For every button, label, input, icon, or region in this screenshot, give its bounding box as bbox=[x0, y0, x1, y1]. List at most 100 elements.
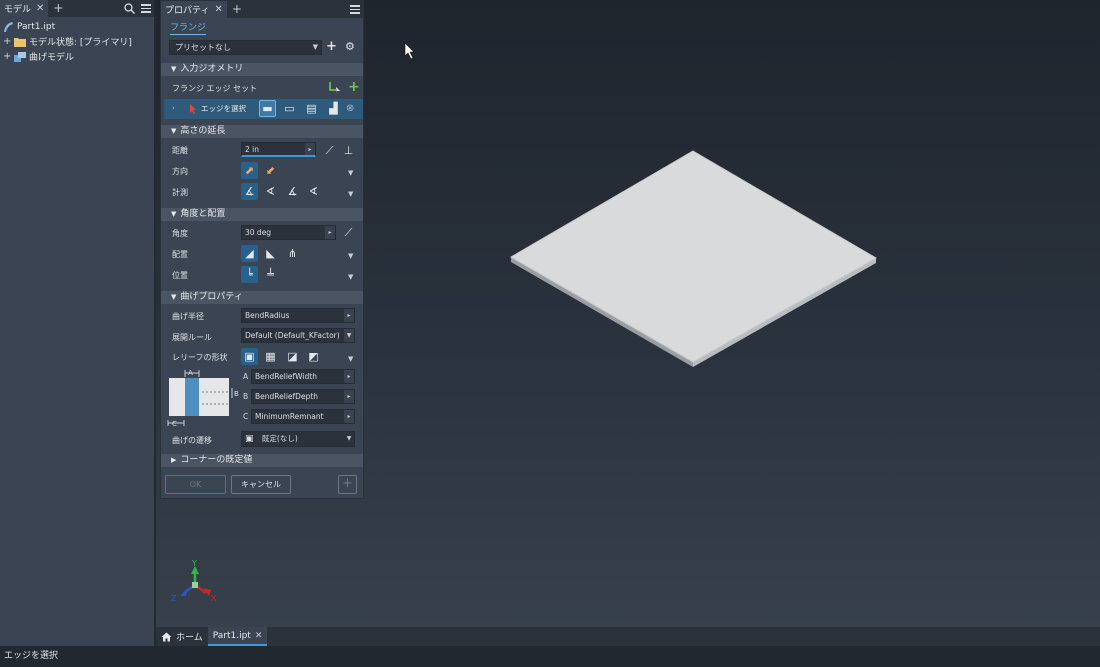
tree-item-part[interactable]: Part1.ipt bbox=[0, 19, 154, 34]
placement-label: 配置 bbox=[172, 250, 188, 259]
relief-shape-round-icon[interactable]: ▣ bbox=[241, 348, 258, 365]
relief-shape-tear-icon[interactable]: ◪ bbox=[284, 348, 301, 365]
edge-mode-offset-icon[interactable]: ▤ bbox=[303, 100, 320, 117]
distance-label: 距離 bbox=[172, 146, 188, 155]
home-icon bbox=[161, 632, 172, 641]
position-adjacent-icon[interactable]: ╘ bbox=[241, 266, 258, 283]
clear-selection-icon[interactable]: ⊗ bbox=[346, 103, 354, 114]
section-angle-placement[interactable]: ▼ 角度と配置 bbox=[161, 208, 363, 221]
measure-outer-icon[interactable]: ∢ bbox=[262, 183, 279, 200]
add-tab-icon[interactable]: + bbox=[48, 0, 68, 17]
expand-icon[interactable]: + bbox=[3, 51, 11, 62]
edge-mode-corner-icon[interactable]: ▟ bbox=[325, 100, 342, 117]
ok-button[interactable]: OK bbox=[165, 475, 226, 494]
angle-input[interactable]: 30 deg ▸ bbox=[241, 225, 336, 240]
chevron-down-icon[interactable]: ▼ bbox=[348, 169, 353, 177]
tree-item-label: Part1.ipt bbox=[17, 21, 56, 32]
chevron-down-icon[interactable]: ▼ bbox=[348, 273, 353, 281]
add-edge-set-icon[interactable]: + bbox=[348, 79, 360, 95]
axis-y-label: Y bbox=[191, 559, 197, 568]
height-perpendicular-icon[interactable]: ⊥ bbox=[340, 142, 357, 159]
relief-width-input[interactable]: BendReliefWidth ▸ bbox=[251, 369, 355, 384]
chevron-right-icon[interactable]: ▸ bbox=[325, 226, 335, 239]
minimum-remnant-input[interactable]: MinimumRemnant ▸ bbox=[251, 409, 355, 424]
placement-outside-icon[interactable]: ◣ bbox=[262, 245, 279, 262]
direction-side1-icon[interactable]: ⬈ bbox=[241, 162, 258, 179]
tree-item-model-state[interactable]: + モデル状態: [プライマリ] bbox=[0, 34, 154, 49]
collapse-arrow-icon: ▼ bbox=[171, 210, 177, 218]
close-icon[interactable]: ✕ bbox=[36, 3, 44, 14]
chevron-down-icon[interactable]: ▼ bbox=[348, 190, 353, 198]
relief-shape-straight-icon[interactable]: ▦ bbox=[262, 348, 279, 365]
chevron-right-icon[interactable]: ▸ bbox=[344, 309, 354, 322]
close-icon[interactable]: ✕ bbox=[255, 631, 263, 641]
menu-icon[interactable] bbox=[350, 5, 360, 14]
section-bend-properties[interactable]: ▼ 曲げプロパティ bbox=[161, 291, 363, 304]
axis-x-label: X bbox=[211, 594, 217, 603]
relief-depth-input[interactable]: BendReliefDepth ▸ bbox=[251, 389, 355, 404]
model-browser: モデル ✕ + Part1.ipt + モデル状態: [プライマリ] + 曲げモ… bbox=[0, 0, 154, 646]
measure-aligned-icon[interactable]: ∢ bbox=[305, 183, 322, 200]
chevron-right-icon[interactable]: ▸ bbox=[344, 370, 354, 383]
add-preset-icon[interactable]: + bbox=[326, 39, 337, 54]
gear-icon[interactable]: ⚙ bbox=[345, 40, 355, 53]
placement-bend-icon[interactable]: ⋔ bbox=[284, 245, 301, 262]
tree-item-bend-model[interactable]: + 曲げモデル bbox=[0, 49, 154, 64]
tab-home[interactable]: ホーム bbox=[156, 627, 208, 646]
measure-inner-icon[interactable]: ∡ bbox=[241, 183, 258, 200]
placement-inside-icon[interactable]: ◢ bbox=[241, 245, 258, 262]
relief-shape-none-icon[interactable]: ◩ bbox=[305, 348, 322, 365]
mouse-cursor-icon bbox=[404, 42, 415, 60]
chevron-right-icon[interactable]: ▸ bbox=[344, 410, 354, 423]
cancel-button[interactable]: キャンセル bbox=[231, 475, 291, 494]
section-corner-defaults[interactable]: ▶ コーナーの既定値 bbox=[161, 454, 363, 467]
expand-arrow-icon[interactable]: › bbox=[172, 104, 175, 112]
tab-model[interactable]: モデル ✕ bbox=[0, 0, 49, 17]
edge-set-icon[interactable] bbox=[329, 81, 341, 93]
position-offset-icon[interactable]: ╧ bbox=[262, 266, 279, 283]
menu-icon[interactable] bbox=[141, 4, 151, 13]
measure-tangent-icon[interactable]: ∡ bbox=[284, 183, 301, 200]
height-datum-icon[interactable]: ⟋ bbox=[321, 142, 338, 159]
chevron-down-icon[interactable]: ▼ bbox=[348, 252, 353, 260]
axis-z-label: Z bbox=[171, 594, 177, 603]
chevron-down-icon[interactable]: ▼ bbox=[344, 329, 354, 342]
distance-input[interactable]: 2 in ▸ bbox=[241, 142, 316, 157]
preset-dropdown[interactable]: プリセットなし ▼ bbox=[169, 40, 322, 55]
collapse-arrow-icon: ▼ bbox=[171, 127, 177, 135]
property-panel: プロパティ ✕ + フランジ プリセットなし ▼ + ⚙ ▼ 入力ジオメトリ フラ… bbox=[160, 0, 364, 499]
direction-side2-icon[interactable]: ⬋ bbox=[262, 162, 279, 179]
tab-model-label: モデル bbox=[4, 5, 32, 15]
relief-depth-value: BendReliefDepth bbox=[255, 392, 319, 401]
add-tab-icon[interactable]: + bbox=[227, 1, 247, 18]
minimum-remnant-value: MinimumRemnant bbox=[255, 412, 324, 421]
bend-radius-input[interactable]: BendRadius ▸ bbox=[241, 308, 355, 323]
chevron-down-icon[interactable]: ▼ bbox=[344, 432, 354, 445]
edge-mode-full-icon[interactable]: ▬ bbox=[259, 100, 276, 117]
tab-part1[interactable]: Part1.ipt ✕ bbox=[207, 627, 268, 646]
bend-radius-label: 曲げ半径 bbox=[172, 312, 204, 321]
close-icon[interactable]: ✕ bbox=[214, 4, 222, 15]
search-icon[interactable] bbox=[124, 3, 135, 14]
section-input-geometry[interactable]: ▼ 入力ジオメトリ bbox=[161, 63, 363, 76]
apply-add-button[interactable]: + bbox=[338, 475, 357, 494]
chevron-right-icon[interactable]: ▸ bbox=[344, 390, 354, 403]
chevron-right-icon[interactable]: ▸ bbox=[305, 143, 315, 155]
tab-properties[interactable]: プロパティ ✕ bbox=[161, 1, 227, 18]
angle-reference-icon[interactable]: ⟋ bbox=[340, 224, 357, 241]
relief-a-label: A bbox=[243, 372, 249, 381]
edge-selection-row[interactable]: › エッジを選択 ▬ ▭ ▤ ▟ ⊗ bbox=[164, 99, 363, 119]
diagram-a-label: A bbox=[188, 369, 193, 377]
unfold-rule-dropdown[interactable]: Default (Default_KFactor) ▼ bbox=[241, 328, 355, 343]
axis-triad-icon: Y X Z bbox=[171, 559, 217, 603]
bend-transition-label: 曲げの遷移 bbox=[172, 436, 212, 445]
bend-transition-dropdown[interactable]: ▣ 既定(なし) ▼ bbox=[241, 431, 355, 447]
edge-mode-width-icon[interactable]: ▭ bbox=[281, 100, 298, 117]
section-height-extent[interactable]: ▼ 高さの延長 bbox=[161, 125, 363, 138]
section-title: コーナーの既定値 bbox=[180, 455, 253, 465]
preset-value: プリセットなし bbox=[175, 43, 231, 52]
expand-icon[interactable]: + bbox=[3, 36, 11, 47]
bend-radius-value: BendRadius bbox=[245, 311, 290, 320]
unfold-rule-value: Default (Default_KFactor) bbox=[245, 331, 340, 340]
chevron-down-icon[interactable]: ▼ bbox=[348, 355, 353, 363]
